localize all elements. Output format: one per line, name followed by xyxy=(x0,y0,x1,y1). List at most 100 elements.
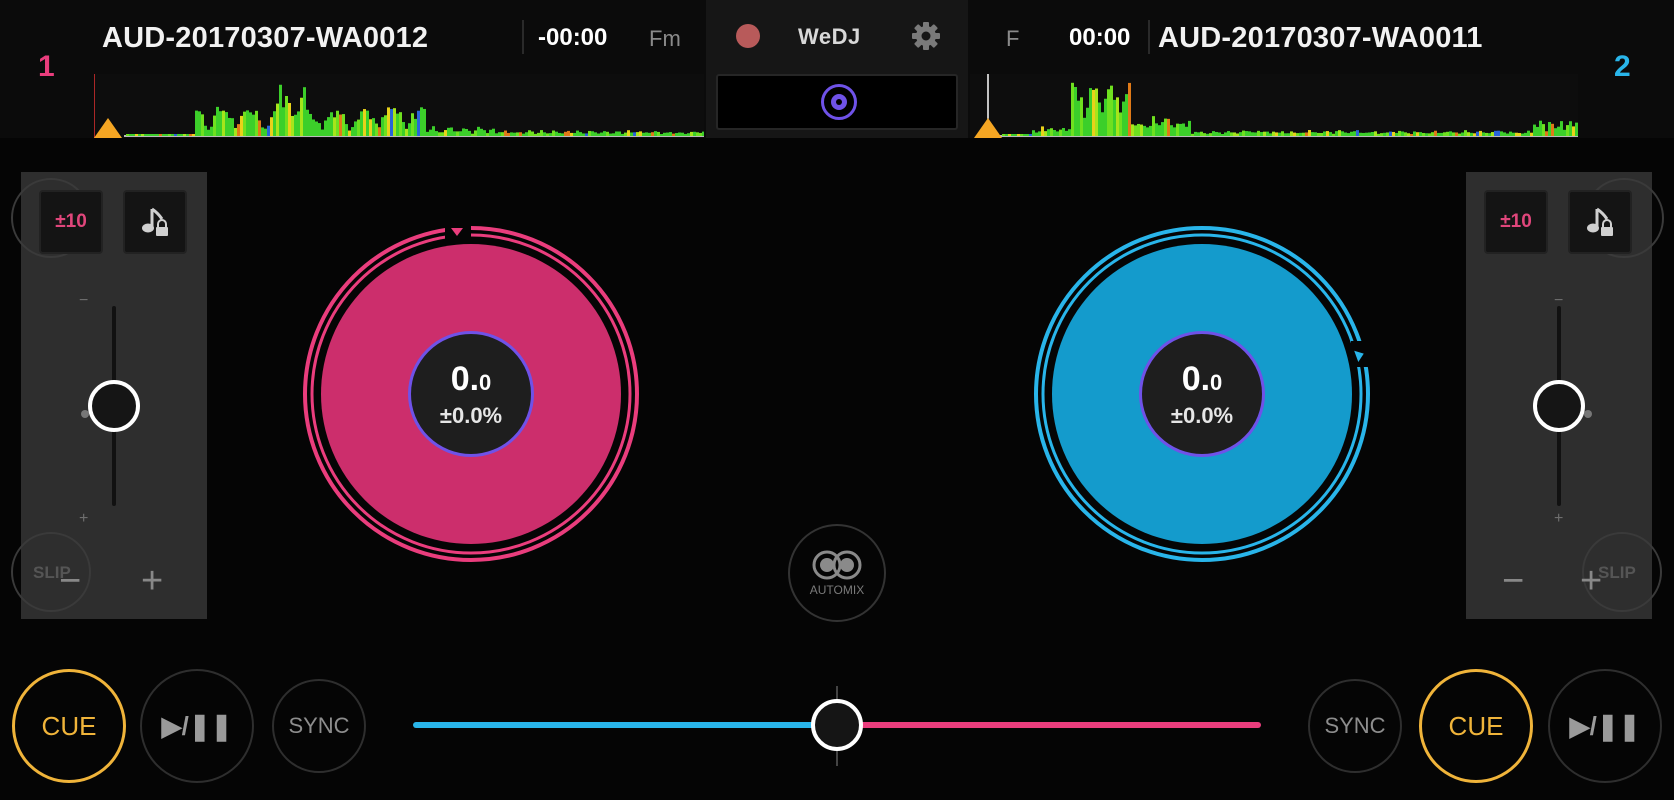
waveform-bar xyxy=(261,127,264,136)
deck1-sync-button[interactable]: SYNC xyxy=(272,679,366,773)
waveform-bar xyxy=(1413,131,1416,136)
waveform-bar xyxy=(1050,128,1053,136)
deck1-waveform[interactable] xyxy=(94,74,704,138)
waveform-bar xyxy=(1398,130,1401,136)
waveform-bar xyxy=(1332,133,1335,136)
target-icon[interactable] xyxy=(821,84,857,120)
waveform-bar xyxy=(552,130,555,136)
deck2-jog-wheel[interactable]: 0.0 ±0.0% xyxy=(1033,225,1371,563)
waveform-bar xyxy=(1290,131,1293,136)
waveform-bar xyxy=(693,131,696,136)
crossfader-track-left[interactable] xyxy=(413,722,837,728)
note-lock-icon xyxy=(1587,207,1613,236)
waveform-bar xyxy=(315,121,318,136)
waveform-bar xyxy=(1029,134,1032,136)
deck2-track-title[interactable]: AUD-20170307-WA0011 xyxy=(1158,22,1483,55)
automix-button[interactable]: AUTOMIX xyxy=(788,524,886,622)
waveform-bar xyxy=(627,130,630,136)
waveform-bar xyxy=(276,103,279,136)
deck2-tempo-knob[interactable] xyxy=(1533,380,1585,432)
waveform-bar xyxy=(324,120,327,136)
waveform-bar xyxy=(1104,98,1107,136)
waveform-bar xyxy=(279,84,282,136)
waveform-bar xyxy=(1206,133,1209,136)
waveform-bar xyxy=(579,132,582,136)
waveform-bar xyxy=(1026,134,1029,136)
waveform-bar xyxy=(1368,132,1371,136)
waveform-bar xyxy=(147,134,150,136)
wedj-app: 1 AUD-20170307-WA0012 -00:00 Fm WeDJ F 0… xyxy=(0,0,1674,800)
deck1-cue-marker[interactable] xyxy=(94,118,122,138)
waveform-bar xyxy=(1272,131,1275,136)
waveform-bar xyxy=(1023,134,1026,136)
waveform-bar xyxy=(1299,132,1302,136)
deck1-pitch-value: ±0.0% xyxy=(439,402,503,428)
waveform-bar xyxy=(501,132,504,136)
deck2-time: 00:00 xyxy=(1069,24,1131,51)
deck1-bpm-display: 0.0 ±0.0% xyxy=(408,331,534,457)
waveform-bar xyxy=(591,131,594,136)
waveform-bar xyxy=(507,132,510,136)
waveform-bar xyxy=(684,133,687,136)
deck1-cue-button[interactable]: CUE xyxy=(12,669,126,783)
waveform-bar xyxy=(1506,133,1509,136)
center-display[interactable] xyxy=(716,74,958,130)
waveform-bar xyxy=(1515,132,1518,136)
waveform-bar xyxy=(1509,131,1512,136)
waveform-bar xyxy=(264,128,267,136)
waveform-bar xyxy=(1500,131,1503,136)
waveform-bar xyxy=(129,134,132,136)
deck2-plus-button[interactable]: + xyxy=(1580,562,1602,600)
deck2-minus-button[interactable]: − xyxy=(1502,562,1524,600)
waveform-bar xyxy=(1473,133,1476,136)
deck1-track-title[interactable]: AUD-20170307-WA0012 xyxy=(102,22,428,55)
record-icon[interactable] xyxy=(736,24,760,48)
waveform-bar xyxy=(1191,133,1194,136)
deck1-minus-button[interactable]: − xyxy=(59,562,81,600)
waveform-bar xyxy=(1176,123,1179,136)
deck2-sync-button[interactable]: SYNC xyxy=(1308,679,1402,773)
waveform-bar xyxy=(384,115,387,136)
waveform-bar xyxy=(336,110,339,136)
waveform-bar xyxy=(633,132,636,136)
waveform-bar xyxy=(639,131,642,136)
waveform-bar xyxy=(621,133,624,136)
waveform-bar xyxy=(1452,132,1455,136)
crossfader-track-right[interactable] xyxy=(837,722,1261,728)
deck2-cue-marker[interactable] xyxy=(974,118,1002,138)
deck2-key-lock-button[interactable] xyxy=(1568,190,1632,254)
deck1-jog-wheel[interactable]: 0.0 ±0.0% xyxy=(302,225,640,563)
waveform-bar xyxy=(1554,128,1557,136)
waveform-bar xyxy=(1155,123,1158,136)
waveform-bar xyxy=(288,102,291,136)
waveform-bar xyxy=(228,117,231,136)
waveform-bar xyxy=(1113,99,1116,136)
waveform-bar xyxy=(1548,122,1551,136)
waveform-bar xyxy=(1440,132,1443,136)
waveform-bar xyxy=(1536,126,1539,136)
waveform-bar xyxy=(666,132,669,136)
deck2-cue-button[interactable]: CUE xyxy=(1419,669,1533,783)
deck1-key-lock-button[interactable] xyxy=(123,190,187,254)
deck1-plus-button[interactable]: + xyxy=(141,562,163,600)
gear-icon[interactable] xyxy=(910,20,942,52)
deck2-pitch-range-button[interactable]: ±10 xyxy=(1484,190,1548,254)
waveform-bar xyxy=(327,117,330,136)
deck2-slip-label[interactable]: SLIP xyxy=(1598,563,1636,583)
waveform-bar xyxy=(135,134,138,136)
waveform-bar xyxy=(672,133,675,136)
waveform-bar xyxy=(402,122,405,136)
waveform-bar xyxy=(1173,127,1176,136)
waveform-bar xyxy=(699,132,702,136)
waveform-bar xyxy=(1041,126,1044,136)
deck2-play-pause-button[interactable]: ▶/❚❚ xyxy=(1548,669,1662,783)
waveform-bar xyxy=(1077,100,1080,136)
deck1-tempo-knob[interactable] xyxy=(88,380,140,432)
deck1-pitch-range-button[interactable]: ±10 xyxy=(39,190,103,254)
waveform-bar xyxy=(1464,130,1467,136)
crossfader-knob[interactable] xyxy=(811,699,863,751)
deck1-play-pause-button[interactable]: ▶/❚❚ xyxy=(140,669,254,783)
waveform-bar xyxy=(177,134,180,136)
deck2-waveform[interactable] xyxy=(970,74,1578,138)
waveform-bar xyxy=(186,134,189,136)
